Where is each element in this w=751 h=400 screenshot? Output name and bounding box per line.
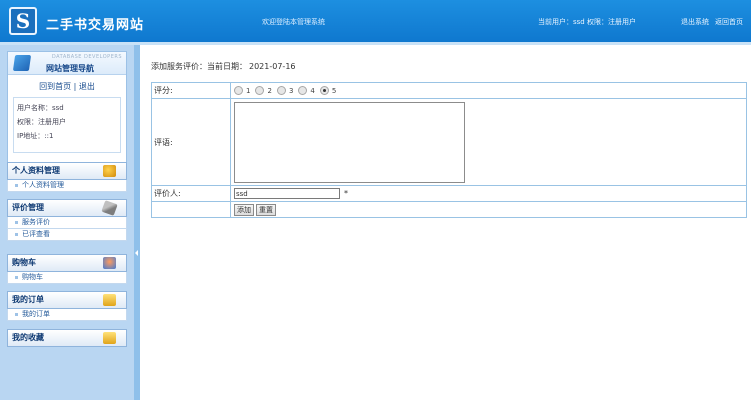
nav-subtitle: DATABASE DEVELOPERS [51,54,122,60]
nav-panel-header: DATABASE DEVELOPERS 网站管理导航 [8,52,126,75]
radio-label: 5 [331,86,337,95]
radio-circle[interactable] [298,86,308,95]
menu-title: 我的订单 [12,295,44,304]
bag-icon [103,294,116,306]
menu-item-orders[interactable]: 我的订单 [7,309,127,321]
comment-textarea[interactable] [234,102,465,183]
rating-radio-4[interactable]: 4 [298,86,315,95]
menu-item-service-review[interactable]: 服务评价 [7,217,127,229]
tools-icon [101,200,118,216]
rating-radio-2[interactable]: 2 [255,86,272,95]
button-row-label [151,201,231,218]
comment-cell [230,98,747,186]
menu-profile: 个人资料管理 个人资料管理 [7,162,127,192]
radio-label: 4 [310,86,315,95]
radio-circle[interactable] [255,86,265,95]
site-logo: S [9,7,37,35]
menu-header-cart[interactable]: 购物车 [7,254,127,272]
rating-row: 评分: 1 2 3 4 5 [151,82,747,99]
user-icon [103,165,116,177]
username-line: 用户名称：ssd [17,104,64,112]
menu-item-reviewed[interactable]: 已评查看 [7,229,127,241]
rating-radio-5[interactable]: 5 [319,86,337,95]
breadcrumb-label: 添加服务评价： [151,62,207,71]
required-mark: * [344,189,348,198]
menu-reviews: 评价管理 服务评价 已评查看 [7,199,127,241]
menu-header-profile[interactable]: 个人资料管理 [7,162,127,180]
back-home-link[interactable]: 回到首页 [39,82,71,91]
radio-label: 2 [267,86,272,95]
reviewer-row: 评价人: * [151,185,747,202]
book-icon [12,55,32,71]
rating-cell: 1 2 3 4 5 [230,82,747,99]
comment-wrap [231,99,746,185]
menu-header-reviews[interactable]: 评价管理 [7,199,127,217]
logo-letter: S [15,9,31,33]
date-label: 当前日期： [207,62,247,71]
rating-radio-group: 1 2 3 4 5 [231,83,746,98]
role-line: 权限：注册用户 [17,118,66,126]
menu-cart: 购物车 购物车 [7,254,127,284]
menu-header-favorites[interactable]: 我的收藏 [7,329,127,347]
reviewer-cell: * [230,185,747,202]
rating-radio-1[interactable]: 1 [234,86,250,95]
reviewer-field-wrap: * [231,186,746,201]
welcome-text: 欢迎登陆本管理系统 [262,18,325,26]
nav-quick-links: 回到首页 | 退出 [8,75,126,92]
radio-label: 1 [246,86,251,95]
current-date: 2021-07-16 [249,62,296,71]
return-home-link[interactable]: 返回首页 [715,18,743,26]
collapse-arrow-icon[interactable] [135,250,138,256]
header-links: 退出系统 返回首页 [681,17,749,27]
site-title: 二手书交易网站 [46,18,145,33]
menu-item-profile[interactable]: 个人资料管理 [7,180,127,192]
nav-title: 网站管理导航 [46,63,94,73]
radio-label: 3 [288,86,294,95]
radio-circle[interactable] [276,86,286,95]
page-breadcrumb: 添加服务评价：当前日期： 2021-07-16 [151,61,296,72]
radio-circle[interactable] [234,86,243,95]
menu-title: 个人资料管理 [12,166,60,175]
comment-row: 评语: [151,98,747,186]
menu-title: 购物车 [12,258,36,267]
sidebar-toggle-splitter[interactable] [134,45,140,400]
menu-favorites: 我的收藏 [7,329,127,347]
current-user-info: 当前用户：ssd 权限：注册用户 [538,18,636,26]
rating-label: 评分: [151,82,231,99]
people-icon [103,257,116,269]
logout-system-link[interactable]: 退出系统 [681,18,709,26]
button-cell: 添加 重置 [230,201,747,218]
logout-link[interactable]: 退出 [79,82,95,91]
review-form: 评分: 1 2 3 4 5 评语: 评价人: ssd * 添加 重置 [151,82,747,218]
reviewer-label: 评价人: [151,185,231,202]
ip-line: IP地址：::1 [17,132,54,140]
menu-title: 评价管理 [12,203,44,212]
rating-radio-3[interactable]: 3 [276,86,294,95]
sidebar: DATABASE DEVELOPERS 网站管理导航 回到首页 | 退出 用户名… [0,45,134,400]
comment-label: 评语: [151,98,231,186]
button-row: 添加 重置 [151,201,747,218]
menu-item-cart[interactable]: 购物车 [7,272,127,284]
user-info-box: 用户名称：ssd 权限：注册用户 IP地址：::1 [13,97,121,153]
bag-icon [103,332,116,344]
reviewer-input[interactable] [234,188,340,199]
add-button[interactable]: 添加 [234,203,254,216]
top-header: S 二手书交易网站 欢迎登陆本管理系统 当前用户：ssd 权限：注册用户 退出系… [0,0,751,42]
menu-header-orders[interactable]: 我的订单 [7,291,127,309]
menu-title: 我的收藏 [12,333,44,342]
reset-button[interactable]: 重置 [256,203,276,216]
radio-circle-selected[interactable] [319,86,329,95]
link-separator: | [73,82,77,91]
menu-orders: 我的订单 我的订单 [7,291,127,321]
main-content: 添加服务评价：当前日期： 2021-07-16 评分: 1 2 3 4 5 评语: [146,45,747,400]
button-group: 添加 重置 [231,202,746,217]
nav-panel: DATABASE DEVELOPERS 网站管理导航 回到首页 | 退出 用户名… [7,51,127,163]
